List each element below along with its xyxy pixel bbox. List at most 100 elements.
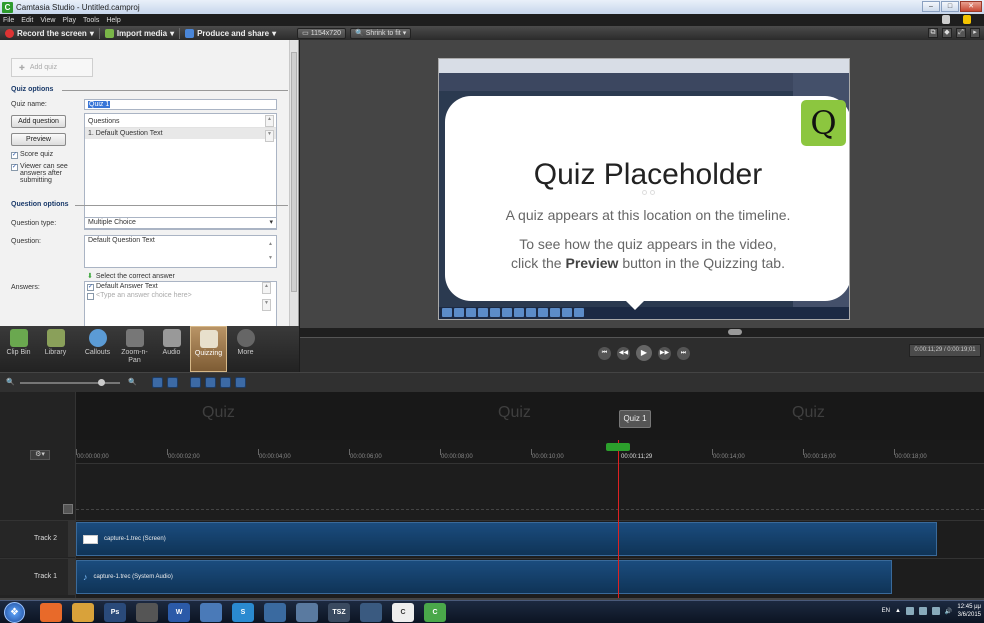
step-back-icon[interactable]: ◀◀ [617,346,630,360]
question-scroll[interactable]: ▲ ▼ [266,237,275,266]
question-type-select[interactable]: Multiple Choice ▾ [84,217,277,229]
app-window-icon[interactable] [264,603,286,622]
language-indicator[interactable]: EN [882,608,890,614]
tab-quizzing[interactable]: Quizzing [190,326,227,372]
camtasia-recorder-icon[interactable]: C [392,603,414,622]
score-quiz-checkbox[interactable]: ✓ Score quiz [11,151,53,159]
quiz-marker[interactable]: Quiz 1 [619,410,651,428]
menu-tools[interactable]: Tools [83,17,99,24]
timeline-zoom-slider[interactable] [20,382,120,384]
timeline-ruler[interactable]: 00:00:00;00 00:00:02;00 00:00:04;00 00:0… [76,440,984,464]
paste-icon[interactable] [220,377,231,388]
move-answer-down-button[interactable]: ▼ [262,299,271,311]
media-icon[interactable] [136,603,158,622]
tab-clip-bin[interactable]: Clip Bin [0,326,37,372]
word-icon[interactable]: W [168,603,190,622]
camtasia-studio-icon[interactable]: C [424,603,446,622]
video-frame[interactable]: Q Quiz Placeholder A quiz appears at thi… [438,58,850,320]
timeline-settings-gear-icon[interactable]: ⚙▾ [30,450,50,460]
app-window-icon[interactable] [360,603,382,622]
menu-view[interactable]: View [40,17,55,24]
photoshop-icon[interactable]: Ps [104,603,126,622]
panel-scrollbar[interactable] [289,40,298,326]
produce-share-button[interactable]: Produce and share ▾ [180,26,281,40]
volume-icon[interactable]: 🔊 [945,608,952,615]
start-button-windows-icon[interactable]: ❖ [4,602,25,623]
tray-expand-icon[interactable]: ▲ [895,608,901,614]
maximize-button[interactable]: □ [941,1,959,12]
playhead-handle[interactable] [606,443,630,451]
answers-list[interactable]: ✓ Default Answer Text <Type an answer ch… [84,281,277,326]
move-answer-up-button[interactable]: ▲ [262,282,271,294]
folder-icon[interactable] [72,603,94,622]
timeline-clip[interactable]: capture-1.trec (Screen) [76,522,937,556]
preview-canvas[interactable]: Q Quiz Placeholder A quiz appears at thi… [300,40,984,328]
zoom-in-icon[interactable]: 🔍 [128,378,137,387]
shield-icon[interactable] [918,607,927,615]
minimize-button[interactable]: – [922,1,940,12]
playback-scrubber[interactable] [300,328,984,338]
zoom-out-icon[interactable]: 🔍 [6,378,15,387]
firefox-icon[interactable] [40,603,62,622]
timeline[interactable]: Quiz Quiz Quiz Quiz 1 ⚙▾ 00:00:00;00 00:… [0,392,984,600]
skype-icon[interactable]: S [232,603,254,622]
copy-icon[interactable] [205,377,216,388]
network-icon[interactable] [931,607,940,615]
question-text-input[interactable]: Default Question Text [84,235,277,268]
app-window-icon[interactable] [200,603,222,622]
tab-more[interactable]: More [227,326,264,372]
quiz-placeholder-card[interactable]: Q Quiz Placeholder A quiz appears at thi… [445,96,849,310]
split-icon[interactable] [235,377,246,388]
add-quiz-button[interactable]: ✚ Add quiz [11,58,93,77]
import-media-button[interactable]: Import media ▾ [100,26,179,40]
scrollbar-thumb[interactable] [291,52,297,292]
menu-edit[interactable]: Edit [21,17,33,24]
play-icon[interactable]: ▶ [636,345,652,361]
empty-track-area[interactable] [76,465,984,510]
playhead-line[interactable] [618,440,619,600]
menu-play[interactable]: Play [62,17,76,24]
undo-icon[interactable] [152,377,163,388]
rotate-handle-icon[interactable] [650,190,655,195]
timeline-clip[interactable]: ♪ capture-1.trec (System Audio) [76,560,892,594]
crop-icon[interactable]: ◆ [942,28,952,38]
add-question-button[interactable]: Add question [11,115,66,128]
flag-icon[interactable] [905,607,914,615]
tab-library[interactable]: Library [37,326,74,372]
quiz-track[interactable]: Quiz Quiz Quiz [76,392,984,440]
add-track-button[interactable] [63,504,73,514]
zoom-slider-knob[interactable] [98,379,105,386]
track-grip[interactable] [68,559,76,595]
canvas-dimensions-button[interactable]: ▭ 1154x720 [297,27,346,39]
questions-list[interactable]: Questions 1. Default Question Text [84,113,277,230]
app-window-icon[interactable] [296,603,318,622]
track-name[interactable]: Track 2 [0,521,68,557]
skip-back-icon[interactable]: ⏮ [598,346,611,360]
menu-help[interactable]: Help [106,17,120,24]
lightbulb-icon[interactable] [963,15,971,24]
menu-file[interactable]: File [3,17,14,24]
preview-button[interactable]: Preview [11,133,66,146]
close-button[interactable]: ✕ [960,1,982,12]
tsz-app-icon[interactable]: TSZ [328,603,350,622]
cut-icon[interactable] [190,377,201,388]
system-clock[interactable]: 12:45 μμ 3/6/2015 [957,603,981,619]
tab-audio[interactable]: Audio [153,326,190,372]
redo-icon[interactable] [167,377,178,388]
skip-forward-icon[interactable]: ⏭ [677,346,690,360]
rotate-handle-icon[interactable] [642,190,647,195]
record-screen-button[interactable]: Record the screen ▾ [0,26,99,40]
move-question-down-button[interactable]: ▼ [265,130,274,142]
canvas-zoom-dropdown[interactable]: 🔍 Shrink to fit ▾ [349,27,412,39]
notification-bell-icon[interactable] [942,15,950,24]
move-question-up-button[interactable]: ▲ [265,115,274,127]
answer-item[interactable]: ✓ Default Answer Text [87,283,274,291]
answer-item[interactable]: <Type an answer choice here> [87,292,274,300]
scrubber-knob[interactable] [728,329,742,335]
viewer-answers-checkbox[interactable]: ✓ Viewer can see answers after submittin… [11,163,71,184]
step-forward-icon[interactable]: ▶▶ [658,346,671,360]
quiz-name-input[interactable]: Quiz 1 [84,99,277,110]
question-list-item[interactable]: 1. Default Question Text [85,128,276,139]
tab-zoom-n-pan[interactable]: Zoom-n-Pan [116,326,153,372]
tab-callouts[interactable]: Callouts [79,326,116,372]
